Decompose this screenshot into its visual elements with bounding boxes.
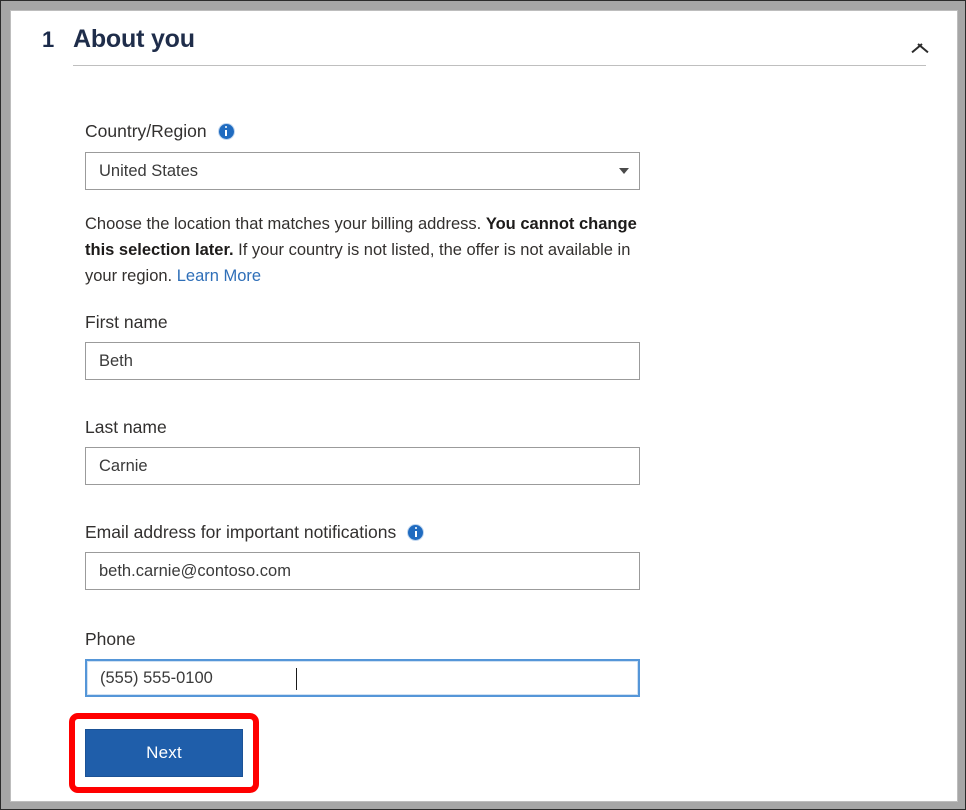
first-name-label-text: First name [85, 311, 168, 333]
last-name-label: Last name [85, 416, 640, 438]
section-header: 1 About you [11, 11, 958, 73]
country-region-select[interactable]: United States [85, 152, 640, 190]
step-number: 1 [42, 27, 54, 53]
window-frame: 1 About you Country/Region United States [0, 0, 966, 810]
page-title: About you [73, 25, 195, 54]
next-button-area: Next [85, 729, 245, 777]
phone-label-text: Phone [85, 628, 136, 650]
section-collapse-button[interactable] [906, 33, 936, 59]
country-region-select-wrap: United States [85, 152, 640, 190]
screenshot-root: 1 About you Country/Region United States [0, 0, 966, 810]
phone-input-wrap [85, 659, 640, 697]
first-name-field: First name [85, 311, 640, 380]
phone-label: Phone [85, 628, 640, 650]
country-region-label-text: Country/Region [85, 120, 207, 142]
next-button[interactable]: Next [85, 729, 243, 777]
email-label-text: Email address for important notification… [85, 521, 396, 543]
chevron-up-icon [909, 39, 929, 51]
phone-field: Phone [85, 628, 640, 697]
info-icon[interactable] [219, 124, 234, 139]
last-name-field: Last name [85, 416, 640, 485]
info-icon[interactable] [408, 525, 423, 540]
country-region-label: Country/Region [85, 120, 640, 142]
email-input[interactable] [85, 552, 640, 590]
header-divider [73, 65, 926, 66]
country-help-text: Choose the location that matches your bi… [85, 211, 645, 289]
text-cursor [296, 668, 297, 690]
country-region-field: Country/Region United States [85, 120, 640, 190]
first-name-input[interactable] [85, 342, 640, 380]
phone-input[interactable] [85, 659, 640, 697]
last-name-label-text: Last name [85, 416, 167, 438]
learn-more-link[interactable]: Learn More [177, 267, 261, 285]
last-name-input[interactable] [85, 447, 640, 485]
content-panel: 1 About you Country/Region United States [10, 10, 958, 802]
email-field: Email address for important notification… [85, 521, 640, 590]
first-name-label: First name [85, 311, 640, 333]
email-label: Email address for important notification… [85, 521, 640, 543]
help-text-part1: Choose the location that matches your bi… [85, 215, 486, 233]
